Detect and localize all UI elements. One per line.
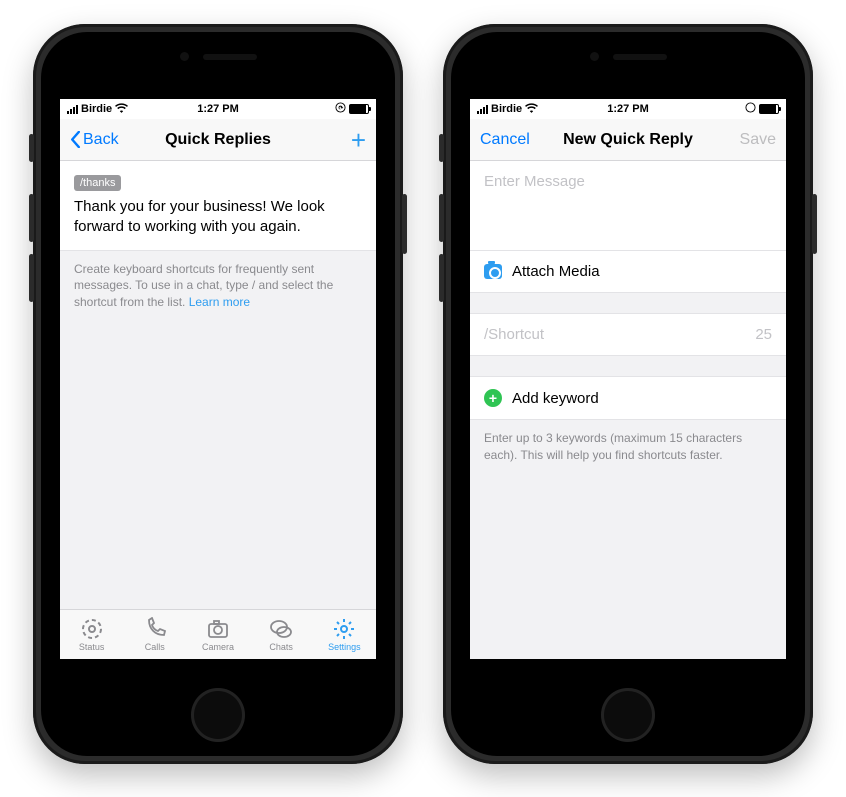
carrier-label: Birdie [491,103,522,115]
signal-icon [67,105,78,114]
reply-text: Thank you for your business! We look for… [74,197,362,238]
wifi-icon [525,103,538,116]
status-bar: Birdie 1:27 PM [60,99,376,119]
orientation-lock-icon [335,102,346,116]
plus-icon: + [351,127,366,153]
tab-camera[interactable]: Camera [186,617,249,652]
home-button[interactable] [191,688,245,742]
save-button[interactable]: Save [740,131,776,149]
back-label: Back [83,131,119,149]
shortcut-input[interactable]: /Shortcut 25 [470,313,786,356]
navbar: Cancel New Quick Reply Save [470,119,786,161]
shortcut-placeholder: /Shortcut [484,326,544,343]
hint-text: Create keyboard shortcuts for frequently… [60,251,376,321]
attach-label: Attach Media [512,263,600,280]
chats-icon [269,617,293,641]
cancel-button[interactable]: Cancel [480,131,530,149]
tab-chats[interactable]: Chats [250,617,313,652]
back-button[interactable]: Back [70,131,119,149]
battery-icon [349,104,369,114]
message-placeholder: Enter Message [484,173,585,190]
add-icon: + [484,389,502,407]
keyword-hint: Enter up to 3 keywords (maximum 15 chara… [470,420,786,474]
phone-right: Birdie 1:27 PM Cancel New Quick Reply Sa… [443,24,813,764]
tab-settings[interactable]: Settings [313,617,376,652]
navbar: Back Quick Replies + [60,119,376,161]
tab-status[interactable]: Status [60,617,123,652]
home-button[interactable] [601,688,655,742]
message-input[interactable]: Enter Message [470,161,786,251]
orientation-lock-icon [745,102,756,116]
quick-reply-item[interactable]: /thanks Thank you for your business! We … [60,161,376,251]
battery-icon [759,104,779,114]
status-bar: Birdie 1:27 PM [470,99,786,119]
carrier-label: Birdie [81,103,112,115]
shortcut-badge: /thanks [74,175,121,191]
attach-media-row[interactable]: Attach Media [470,251,786,293]
wifi-icon [115,103,128,116]
add-keyword-row[interactable]: + Add keyword [470,376,786,420]
learn-more-link[interactable]: Learn more [189,295,250,309]
shortcut-limit: 25 [755,326,772,343]
tab-bar: Status Calls Camera Chats Settings [60,609,376,659]
status-ring-icon [80,617,104,641]
camera-icon [484,264,502,279]
phone-left: Birdie 1:27 PM Back Quick Replies + [33,24,403,764]
add-button[interactable]: + [351,127,366,153]
phone-icon [143,617,167,641]
add-keyword-label: Add keyword [512,390,599,407]
gear-icon [332,617,356,641]
signal-icon [477,105,488,114]
tab-calls[interactable]: Calls [123,617,186,652]
chevron-left-icon [70,131,81,148]
camera-icon [206,617,230,641]
